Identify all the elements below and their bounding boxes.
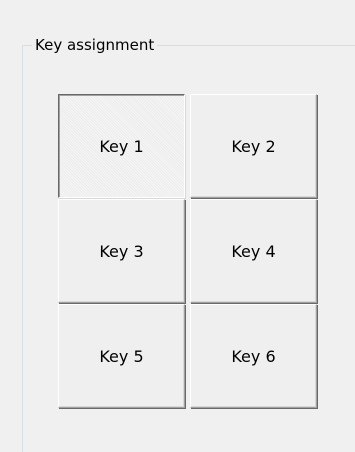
key-2-label: Key 2	[231, 136, 276, 156]
key-6-label: Key 6	[231, 346, 276, 366]
key-6-button[interactable]: Key 6	[190, 304, 317, 408]
key-1-button[interactable]: Key 1	[58, 94, 185, 198]
key-4-button[interactable]: Key 4	[190, 199, 317, 303]
key-assignment-panel: Key assignment Key 1 Key 2 Key 3 Key 4 K…	[0, 0, 355, 452]
key-5-label: Key 5	[99, 346, 144, 366]
key-3-button[interactable]: Key 3	[58, 199, 185, 303]
key-2-button[interactable]: Key 2	[190, 94, 317, 198]
key-1-label: Key 1	[99, 136, 144, 156]
key-3-label: Key 3	[99, 241, 144, 261]
groupbox-title: Key assignment	[32, 35, 158, 55]
key-5-button[interactable]: Key 5	[58, 304, 185, 408]
key-4-label: Key 4	[231, 241, 276, 261]
